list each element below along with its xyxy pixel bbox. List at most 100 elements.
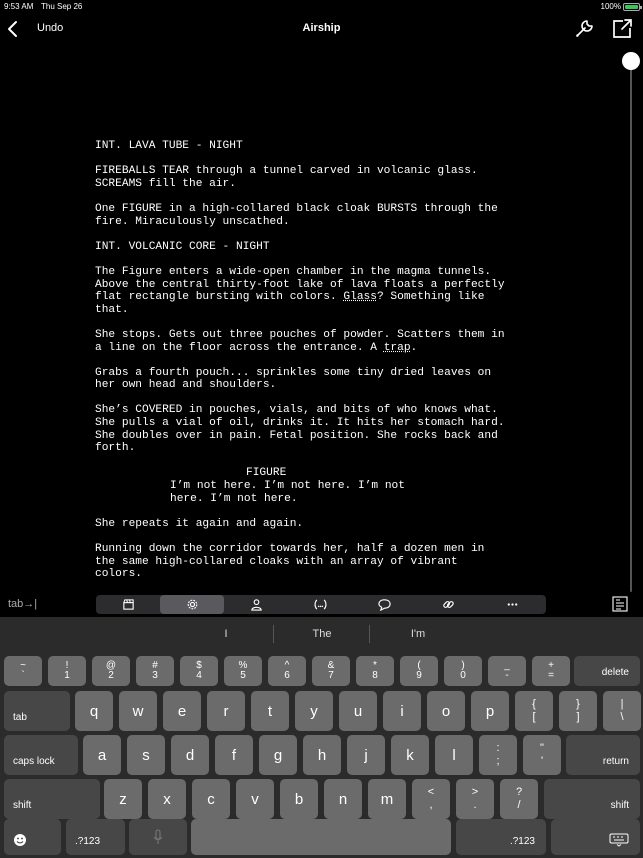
caps-lock-key[interactable]: caps lock (4, 735, 78, 775)
return-key[interactable]: return (566, 735, 640, 775)
screenplay-text[interactable]: INT. LAVA TUBE - NIGHT FIREBALLS TEAR th… (95, 140, 555, 592)
comment-icon[interactable] (352, 595, 416, 614)
parenthetical-icon[interactable] (288, 595, 352, 614)
letter-key[interactable]: q (75, 691, 113, 731)
symbol-key[interactable]: <, (412, 779, 450, 819)
letter-key[interactable]: o (427, 691, 465, 731)
microphone-icon[interactable] (129, 819, 187, 855)
number-key[interactable]: @2 (92, 656, 130, 686)
letter-key[interactable]: a (83, 735, 121, 775)
document-title: Airship (302, 22, 341, 34)
action-line[interactable]: One FIGURE in a high-collared black cloa… (95, 203, 555, 228)
delete-key[interactable]: delete (574, 656, 640, 686)
scrollbar-track[interactable] (630, 52, 632, 592)
character-name[interactable]: FIGURE (95, 467, 555, 480)
shift-right-key[interactable]: shift (544, 779, 640, 819)
letter-key[interactable]: f (215, 735, 253, 775)
action-text: She stops. Gets out three pouches of pow… (95, 328, 505, 354)
letter-key[interactable]: x (148, 779, 186, 819)
status-time: 9:53 AM (4, 2, 34, 11)
settings-gear-icon[interactable] (160, 595, 224, 614)
wrench-icon[interactable] (573, 18, 595, 40)
action-line[interactable]: The Figure enters a wide-open chamber in… (95, 266, 555, 316)
keyboard-dismiss-icon[interactable] (551, 819, 640, 855)
letter-key[interactable]: t (251, 691, 289, 731)
document-outline-icon[interactable] (612, 596, 628, 612)
number-key[interactable]: ) 0 (444, 656, 482, 686)
predictive-bar: I The I'm (0, 617, 643, 652)
keyboard-accessory-bar: tab→| (0, 592, 643, 617)
numbers-key[interactable]: .?123 (456, 819, 546, 855)
action-line[interactable]: Running down the corridor towards her, h… (95, 543, 555, 581)
spellcheck-word[interactable]: trap (384, 342, 411, 354)
letter-key[interactable]: m (368, 779, 406, 819)
battery-percent: 100% (600, 2, 621, 11)
letter-key[interactable]: n (324, 779, 362, 819)
character-icon[interactable] (224, 595, 288, 614)
letter-key[interactable]: b (280, 779, 318, 819)
letter-key[interactable]: z (104, 779, 142, 819)
number-key[interactable]: % 5 (224, 656, 262, 686)
space-bar[interactable] (191, 819, 451, 855)
letter-key[interactable]: w (119, 691, 157, 731)
letter-key[interactable]: s (127, 735, 165, 775)
symbol-key[interactable]: >. (456, 779, 494, 819)
prediction-item[interactable]: I (176, 628, 276, 640)
scene-heading[interactable]: INT. LAVA TUBE - NIGHT (95, 140, 555, 153)
action-line[interactable]: She repeats it again and again. (95, 518, 555, 531)
letter-key[interactable]: c (192, 779, 230, 819)
battery-icon (623, 3, 642, 11)
number-key[interactable]: & 7 (312, 656, 350, 686)
letter-key[interactable]: y (295, 691, 333, 731)
symbol-key[interactable]: }] (559, 691, 597, 731)
number-key[interactable]: ~ ` (4, 656, 42, 686)
letter-key[interactable]: d (171, 735, 209, 775)
emoji-icon[interactable] (4, 819, 61, 855)
letter-key[interactable]: u (339, 691, 377, 731)
share-out-icon[interactable] (610, 17, 634, 41)
status-bar: 9:53 AM Thu Sep 26 100% (0, 0, 643, 14)
symbol-key[interactable]: ? / (500, 779, 538, 819)
action-line[interactable]: She stops. Gets out three pouches of pow… (95, 329, 555, 354)
letter-key[interactable]: r (207, 691, 245, 731)
number-key[interactable]: _ - (488, 656, 526, 686)
number-key[interactable]: (9 (400, 656, 438, 686)
prediction-item[interactable]: The (272, 628, 372, 640)
letter-key[interactable]: e (163, 691, 201, 731)
spellcheck-word[interactable]: Glass (343, 291, 377, 303)
letter-key[interactable]: p (471, 691, 509, 731)
tab-key[interactable]: tab (4, 691, 70, 731)
tab-button[interactable]: tab→| (8, 598, 37, 610)
script-editor[interactable]: INT. LAVA TUBE - NIGHT FIREBALLS TEAR th… (0, 46, 610, 592)
number-key[interactable]: * 8 (356, 656, 394, 686)
symbol-key[interactable]: :; (479, 735, 517, 775)
scene-icon[interactable] (96, 595, 160, 614)
action-line[interactable]: She’s COVERED in pouches, vials, and bit… (95, 404, 555, 454)
letter-key[interactable]: l (435, 735, 473, 775)
letter-key[interactable]: k (391, 735, 429, 775)
link-icon[interactable] (416, 595, 480, 614)
number-key[interactable]: + = (532, 656, 570, 686)
symbol-key[interactable]: | \ (603, 691, 641, 731)
number-key[interactable]: #3 (136, 656, 174, 686)
status-date: Thu Sep 26 (41, 2, 83, 11)
more-icon[interactable] (480, 595, 544, 614)
shift-left-key[interactable]: shift (4, 779, 100, 819)
number-key[interactable]: ^ 6 (268, 656, 306, 686)
number-key[interactable]: $4 (180, 656, 218, 686)
symbol-key[interactable]: " ' (523, 735, 561, 775)
number-key[interactable]: ! 1 (48, 656, 86, 686)
dialogue-line[interactable]: I’m not here. I’m not here. I’m not here… (95, 480, 435, 505)
letter-key[interactable]: v (236, 779, 274, 819)
letter-key[interactable]: g (259, 735, 297, 775)
scrollbar-thumb[interactable] (622, 52, 640, 70)
letter-key[interactable]: h (303, 735, 341, 775)
symbol-key[interactable]: {[ (515, 691, 553, 731)
prediction-item[interactable]: I'm (368, 628, 468, 640)
letter-key[interactable]: i (383, 691, 421, 731)
action-line[interactable]: Grabs a fourth pouch... sprinkles some t… (95, 367, 555, 392)
numbers-key[interactable]: .?123 (66, 819, 125, 855)
letter-key[interactable]: j (347, 735, 385, 775)
action-line[interactable]: FIREBALLS TEAR through a tunnel carved i… (95, 165, 555, 190)
scene-heading[interactable]: INT. VOLCANIC CORE - NIGHT (95, 241, 555, 254)
